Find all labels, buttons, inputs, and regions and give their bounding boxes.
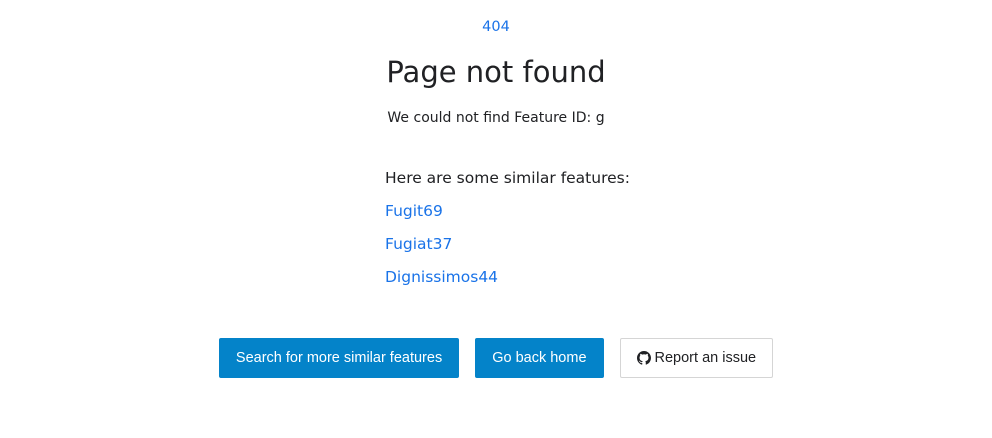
error-message: We could not find Feature ID: g xyxy=(387,110,605,126)
similar-features-list: Fugit69 Fugiat37 Dignissimos44 xyxy=(385,200,685,299)
similar-feature-link-3[interactable]: Dignissimos44 xyxy=(385,268,498,286)
list-item: Fugit69 xyxy=(385,200,685,233)
page-title: Page not found xyxy=(386,55,606,89)
report-issue-button[interactable]: Report an issue xyxy=(619,338,774,378)
similar-feature-link-2[interactable]: Fugiat37 xyxy=(385,235,452,253)
similar-features-section: Here are some similar features: Fugit69 … xyxy=(385,167,685,299)
github-icon xyxy=(636,351,651,365)
list-item: Dignissimos44 xyxy=(385,266,685,299)
action-buttons: Search for more similar features Go back… xyxy=(0,338,992,378)
similar-feature-link-1[interactable]: Fugit69 xyxy=(385,202,443,220)
not-found-page: 404 Page not found We could not find Fea… xyxy=(0,0,992,438)
search-similar-button[interactable]: Search for more similar features xyxy=(218,338,460,378)
go-home-button[interactable]: Go back home xyxy=(475,338,604,378)
similar-features-heading: Here are some similar features: xyxy=(385,169,630,187)
error-code: 404 xyxy=(482,19,510,35)
list-item: Fugiat37 xyxy=(385,233,685,266)
report-issue-label: Report an issue xyxy=(654,350,757,366)
